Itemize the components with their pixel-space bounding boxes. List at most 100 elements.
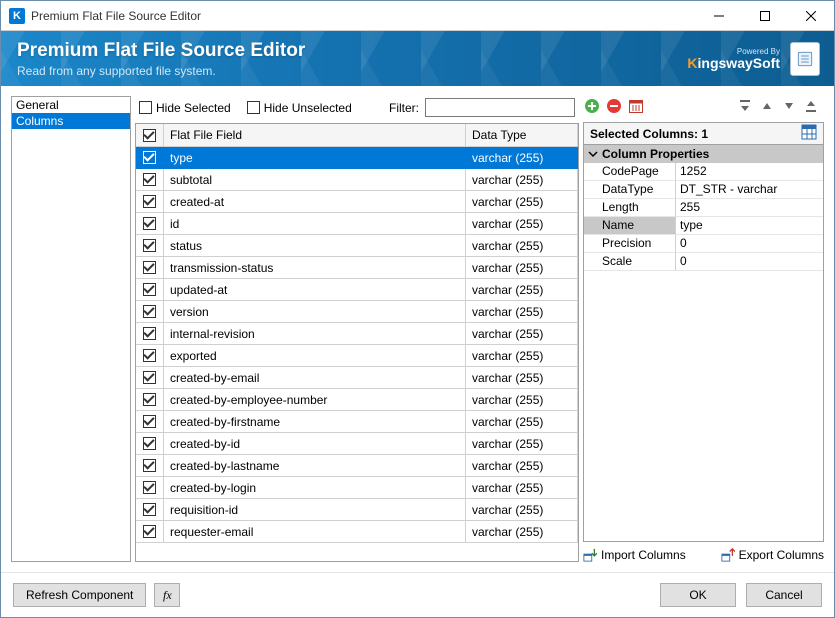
hide-selected-checkbox[interactable]: Hide Selected: [139, 101, 231, 115]
table-row[interactable]: idvarchar (255): [136, 213, 578, 235]
cancel-button[interactable]: Cancel: [746, 583, 822, 607]
export-columns-button[interactable]: Export Columns: [721, 548, 824, 562]
table-row[interactable]: created-by-emailvarchar (255): [136, 367, 578, 389]
field-name-cell[interactable]: requester-email: [164, 521, 466, 543]
property-row[interactable]: DataTypeDT_STR - varchar: [584, 181, 823, 199]
table-row[interactable]: internal-revisionvarchar (255): [136, 323, 578, 345]
calendar-icon[interactable]: [627, 97, 645, 115]
table-row[interactable]: versionvarchar (255): [136, 301, 578, 323]
field-name-cell[interactable]: requisition-id: [164, 499, 466, 521]
datatype-cell[interactable]: varchar (255): [466, 411, 578, 433]
move-top-icon[interactable]: [736, 97, 754, 115]
datatype-cell[interactable]: varchar (255): [466, 169, 578, 191]
field-name-cell[interactable]: updated-at: [164, 279, 466, 301]
table-row[interactable]: updated-atvarchar (255): [136, 279, 578, 301]
datatype-cell[interactable]: varchar (255): [466, 147, 578, 169]
table-row[interactable]: created-by-idvarchar (255): [136, 433, 578, 455]
row-checkbox[interactable]: [136, 169, 164, 191]
table-row[interactable]: transmission-statusvarchar (255): [136, 257, 578, 279]
row-checkbox[interactable]: [136, 279, 164, 301]
field-name-cell[interactable]: transmission-status: [164, 257, 466, 279]
import-columns-button[interactable]: Import Columns: [583, 548, 686, 562]
nav-item-general[interactable]: General: [12, 97, 130, 113]
property-row[interactable]: Length255: [584, 199, 823, 217]
row-checkbox[interactable]: [136, 147, 164, 169]
table-row[interactable]: created-atvarchar (255): [136, 191, 578, 213]
property-value[interactable]: 255: [676, 199, 823, 217]
datatype-cell[interactable]: varchar (255): [466, 191, 578, 213]
ok-button[interactable]: OK: [660, 583, 736, 607]
table-row[interactable]: created-by-employee-numbervarchar (255): [136, 389, 578, 411]
table-row[interactable]: subtotalvarchar (255): [136, 169, 578, 191]
field-name-cell[interactable]: created-by-login: [164, 477, 466, 499]
property-section-header[interactable]: Column Properties: [584, 145, 823, 163]
table-row[interactable]: requisition-idvarchar (255): [136, 499, 578, 521]
property-value[interactable]: type: [676, 217, 823, 235]
datatype-cell[interactable]: varchar (255): [466, 499, 578, 521]
field-name-cell[interactable]: created-by-firstname: [164, 411, 466, 433]
field-name-cell[interactable]: id: [164, 213, 466, 235]
row-checkbox[interactable]: [136, 389, 164, 411]
property-value[interactable]: 1252: [676, 163, 823, 181]
field-name-cell[interactable]: version: [164, 301, 466, 323]
datatype-cell[interactable]: varchar (255): [466, 521, 578, 543]
table-row[interactable]: exportedvarchar (255): [136, 345, 578, 367]
move-up-icon[interactable]: [758, 97, 776, 115]
row-checkbox[interactable]: [136, 235, 164, 257]
property-grid[interactable]: Column Properties CodePage1252DataTypeDT…: [583, 144, 824, 542]
property-value[interactable]: 0: [676, 253, 823, 271]
datatype-cell[interactable]: varchar (255): [466, 235, 578, 257]
header-field[interactable]: Flat File Field: [164, 124, 466, 147]
row-checkbox[interactable]: [136, 455, 164, 477]
datatype-cell[interactable]: varchar (255): [466, 345, 578, 367]
property-value[interactable]: DT_STR - varchar: [676, 181, 823, 199]
table-row[interactable]: created-by-loginvarchar (255): [136, 477, 578, 499]
refresh-component-button[interactable]: Refresh Component: [13, 583, 146, 607]
datatype-cell[interactable]: varchar (255): [466, 323, 578, 345]
field-name-cell[interactable]: status: [164, 235, 466, 257]
field-name-cell[interactable]: internal-revision: [164, 323, 466, 345]
field-name-cell[interactable]: type: [164, 147, 466, 169]
minimize-button[interactable]: [696, 1, 742, 30]
property-row[interactable]: Nametype: [584, 217, 823, 235]
table-row[interactable]: created-by-firstnamevarchar (255): [136, 411, 578, 433]
header-datatype[interactable]: Data Type: [466, 124, 578, 147]
grid-body[interactable]: typevarchar (255)subtotalvarchar (255)cr…: [136, 147, 578, 561]
field-name-cell[interactable]: created-by-employee-number: [164, 389, 466, 411]
field-name-cell[interactable]: created-by-email: [164, 367, 466, 389]
property-row[interactable]: CodePage1252: [584, 163, 823, 181]
row-checkbox[interactable]: [136, 191, 164, 213]
field-name-cell[interactable]: created-by-lastname: [164, 455, 466, 477]
table-row[interactable]: statusvarchar (255): [136, 235, 578, 257]
property-row[interactable]: Scale0: [584, 253, 823, 271]
close-button[interactable]: [788, 1, 834, 30]
row-checkbox[interactable]: [136, 257, 164, 279]
property-row[interactable]: Precision0: [584, 235, 823, 253]
table-row[interactable]: requester-emailvarchar (255): [136, 521, 578, 543]
row-checkbox[interactable]: [136, 213, 164, 235]
row-checkbox[interactable]: [136, 411, 164, 433]
row-checkbox[interactable]: [136, 345, 164, 367]
row-checkbox[interactable]: [136, 521, 164, 543]
expression-button[interactable]: fx: [154, 583, 180, 607]
table-row[interactable]: typevarchar (255): [136, 147, 578, 169]
field-name-cell[interactable]: created-at: [164, 191, 466, 213]
select-all-checkbox[interactable]: [136, 124, 164, 147]
field-name-cell[interactable]: subtotal: [164, 169, 466, 191]
datatype-cell[interactable]: varchar (255): [466, 455, 578, 477]
row-checkbox[interactable]: [136, 367, 164, 389]
hide-unselected-checkbox[interactable]: Hide Unselected: [247, 101, 352, 115]
datatype-cell[interactable]: varchar (255): [466, 389, 578, 411]
row-checkbox[interactable]: [136, 499, 164, 521]
datatype-cell[interactable]: varchar (255): [466, 301, 578, 323]
add-icon[interactable]: [583, 97, 601, 115]
row-checkbox[interactable]: [136, 301, 164, 323]
move-bottom-icon[interactable]: [802, 97, 820, 115]
row-checkbox[interactable]: [136, 323, 164, 345]
filter-input[interactable]: [425, 98, 575, 117]
move-down-icon[interactable]: [780, 97, 798, 115]
datatype-cell[interactable]: varchar (255): [466, 213, 578, 235]
field-name-cell[interactable]: exported: [164, 345, 466, 367]
datatype-cell[interactable]: varchar (255): [466, 279, 578, 301]
datatype-cell[interactable]: varchar (255): [466, 477, 578, 499]
